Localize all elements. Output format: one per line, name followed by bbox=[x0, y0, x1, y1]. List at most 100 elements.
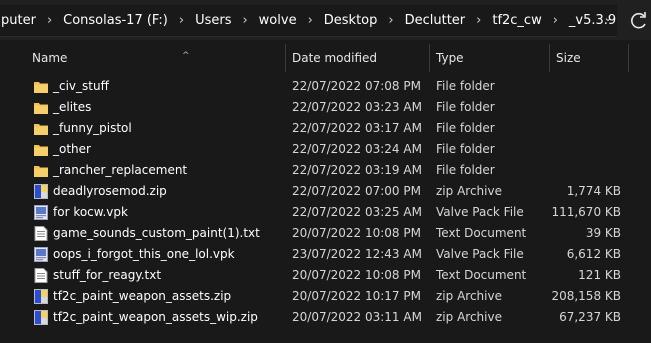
file-row[interactable]: for kocw.vpk 22/07/2022 03:25 AM Valve Pac… bbox=[0, 202, 651, 223]
column-header-type[interactable]: Type bbox=[436, 44, 546, 74]
file-name: tf2c_paint_weapon_assets_wip.zip bbox=[53, 310, 258, 324]
file-size: 67,237 KB bbox=[559, 310, 621, 324]
breadcrumb-item[interactable]: Declutter bbox=[402, 13, 469, 28]
file-date-modified: 22/07/2022 03:19 AM bbox=[292, 163, 422, 177]
file-date-modified: 20/07/2022 10:08 PM bbox=[292, 268, 421, 282]
file-size: 121 KB bbox=[578, 268, 621, 282]
file-date-modified: 22/07/2022 03:25 AM bbox=[292, 205, 422, 219]
column-header: Name ^ Date modified Type Size bbox=[0, 44, 651, 74]
file-date-modified: 23/07/2022 12:43 AM bbox=[292, 247, 422, 261]
column-divider[interactable] bbox=[429, 44, 430, 72]
column-divider[interactable] bbox=[549, 44, 550, 72]
text-file-icon bbox=[34, 226, 48, 241]
file-row[interactable]: stuff_for_reagy.txt 20/07/2022 10:08 PM Te… bbox=[0, 265, 651, 286]
breadcrumb-separator-icon[interactable]: › bbox=[468, 13, 489, 28]
file-date-modified: 22/07/2022 03:24 AM bbox=[292, 142, 422, 156]
file-type: zip Archive bbox=[436, 184, 502, 198]
column-header-name[interactable]: Name ^ bbox=[32, 44, 282, 74]
file-name: _other bbox=[53, 142, 91, 156]
refresh-icon bbox=[631, 12, 646, 29]
file-row[interactable]: _rancher_replacement 22/07/2022 03:19 AM F… bbox=[0, 160, 651, 181]
folder-icon bbox=[34, 163, 48, 178]
file-size: 111,670 KB bbox=[551, 205, 621, 219]
file-type: zip Archive bbox=[436, 289, 502, 303]
file-row[interactable]: oops_i_forgot_this_one_lol.vpk 23/07/2022… bbox=[0, 244, 651, 265]
breadcrumb[interactable]: puter › Consolas-17 (F:) › Users › wolve › Deskt… bbox=[0, 5, 617, 37]
vpk-file-icon bbox=[34, 205, 48, 220]
file-name: tf2c_paint_weapon_assets.zip bbox=[53, 289, 232, 303]
sort-ascending-icon: ^ bbox=[182, 51, 190, 61]
file-row[interactable]: game_sounds_custom_paint(1).txt 20/07/202… bbox=[0, 223, 651, 244]
file-name: for kocw.vpk bbox=[53, 205, 128, 219]
breadcrumb-item[interactable]: Consolas-17 (F:) bbox=[60, 13, 171, 28]
zip-archive-icon bbox=[34, 184, 48, 199]
file-name: deadlyrosemod.zip bbox=[53, 184, 167, 198]
chevron-down-icon[interactable]: ⌄ bbox=[602, 12, 614, 24]
file-size: 39 KB bbox=[585, 226, 621, 240]
folder-icon bbox=[34, 79, 48, 94]
column-size-label: Size bbox=[556, 51, 581, 65]
breadcrumb-separator-icon[interactable]: › bbox=[234, 13, 255, 28]
zip-archive-icon bbox=[34, 310, 48, 325]
vpk-file-icon bbox=[34, 247, 48, 262]
file-name: _elites bbox=[53, 100, 92, 114]
file-name: _civ_stuff bbox=[53, 79, 109, 93]
file-size: 208,158 KB bbox=[551, 289, 621, 303]
breadcrumb-item[interactable]: Desktop bbox=[321, 13, 381, 28]
scrollbar[interactable] bbox=[644, 44, 651, 343]
file-date-modified: 22/07/2022 03:17 AM bbox=[292, 121, 422, 135]
file-name: game_sounds_custom_paint(1).txt bbox=[53, 226, 260, 240]
address-bar: puter › Consolas-17 (F:) › Users › wolve › Deskt… bbox=[0, 0, 651, 40]
column-type-label: Type bbox=[436, 51, 464, 65]
breadcrumb-item[interactable]: tf2c_cw bbox=[489, 13, 544, 28]
file-date-modified: 22/07/2022 07:00 PM bbox=[292, 184, 421, 198]
folder-icon bbox=[34, 142, 48, 157]
file-name: oops_i_forgot_this_one_lol.vpk bbox=[53, 247, 235, 261]
file-type: File folder bbox=[436, 121, 495, 135]
file-row[interactable]: _funny_pistol 22/07/2022 03:17 AM File fol… bbox=[0, 118, 651, 139]
breadcrumb-item[interactable]: puter bbox=[0, 13, 39, 28]
zip-archive-icon bbox=[34, 289, 48, 304]
file-type: Valve Pack File bbox=[436, 247, 524, 261]
file-explorer-window: puter › Consolas-17 (F:) › Users › wolve › Deskt… bbox=[0, 0, 651, 343]
file-name: stuff_for_reagy.txt bbox=[53, 268, 162, 282]
file-name: _funny_pistol bbox=[53, 121, 132, 135]
file-type: Text Document bbox=[436, 226, 527, 240]
file-date-modified: 22/07/2022 03:23 AM bbox=[292, 100, 422, 114]
file-row[interactable]: tf2c_paint_weapon_assets.zip 20/07/2022 1… bbox=[0, 286, 651, 307]
file-row[interactable]: _elites 22/07/2022 03:23 AM File folder bbox=[0, 97, 651, 118]
breadcrumb-separator-icon[interactable]: › bbox=[39, 13, 60, 28]
file-row[interactable]: tf2c_paint_weapon_assets_wip.zip 20/07/20… bbox=[0, 307, 651, 328]
column-name-label: Name bbox=[32, 51, 68, 65]
column-header-date[interactable]: Date modified bbox=[292, 44, 432, 74]
file-name: _rancher_replacement bbox=[53, 163, 188, 177]
breadcrumb-item[interactable]: wolve bbox=[256, 13, 300, 28]
breadcrumb-separator-icon[interactable]: › bbox=[300, 13, 321, 28]
column-header-size[interactable]: Size bbox=[556, 44, 626, 74]
breadcrumb-separator-icon[interactable]: › bbox=[545, 13, 566, 28]
breadcrumb-separator-icon[interactable]: › bbox=[171, 13, 192, 28]
file-type: File folder bbox=[436, 79, 495, 93]
file-size: 6,612 KB bbox=[566, 247, 621, 261]
breadcrumb-separator-icon[interactable]: › bbox=[380, 13, 401, 28]
folder-icon bbox=[34, 121, 48, 136]
column-divider[interactable] bbox=[285, 44, 286, 72]
column-date-label: Date modified bbox=[292, 51, 378, 65]
file-type: File folder bbox=[436, 163, 495, 177]
file-date-modified: 22/07/2022 07:08 PM bbox=[292, 79, 421, 93]
file-type: zip Archive bbox=[436, 310, 502, 324]
breadcrumb-item[interactable]: Users bbox=[192, 13, 234, 28]
refresh-button[interactable] bbox=[627, 8, 651, 34]
file-date-modified: 20/07/2022 10:17 PM bbox=[292, 289, 421, 303]
file-type: File folder bbox=[436, 142, 495, 156]
column-divider[interactable] bbox=[628, 44, 629, 72]
file-size: 1,774 KB bbox=[566, 184, 621, 198]
file-row[interactable]: deadlyrosemod.zip 22/07/2022 07:00 PM zip … bbox=[0, 181, 651, 202]
file-row[interactable]: _civ_stuff 22/07/2022 07:08 PM File folder bbox=[0, 76, 651, 97]
file-date-modified: 20/07/2022 03:11 AM bbox=[292, 310, 422, 324]
file-row[interactable]: _other 22/07/2022 03:24 AM File folder bbox=[0, 139, 651, 160]
file-date-modified: 20/07/2022 10:08 PM bbox=[292, 226, 421, 240]
text-file-icon bbox=[34, 268, 48, 283]
file-type: File folder bbox=[436, 100, 495, 114]
file-type: Valve Pack File bbox=[436, 205, 524, 219]
